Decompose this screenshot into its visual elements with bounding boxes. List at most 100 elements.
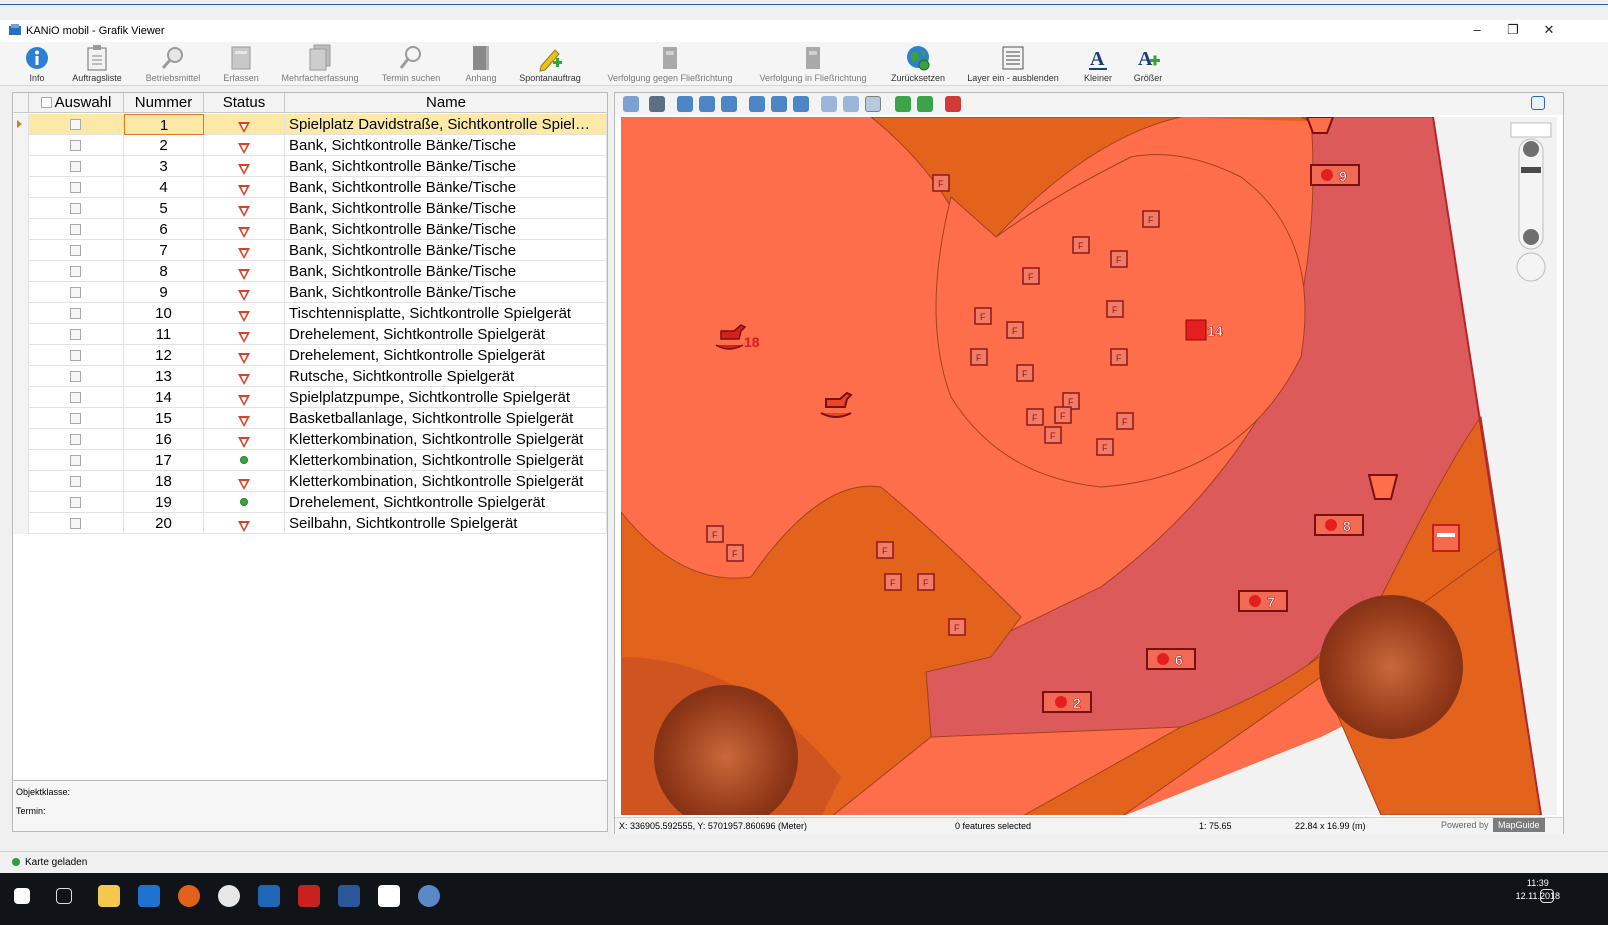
- bench-2[interactable]: 2: [1042, 691, 1092, 713]
- table-row[interactable]: 17 Kletterkombination, Sichtkontrolle Spi…: [13, 450, 607, 471]
- print-icon[interactable]: [623, 96, 639, 112]
- row-checkbox[interactable]: [70, 224, 81, 235]
- row-checkbox-cell[interactable]: [29, 282, 124, 303]
- table-row[interactable]: 15 Basketballanlage, Sichtkontrolle Spiel…: [13, 408, 607, 429]
- feature-marker[interactable]: F: [1110, 348, 1128, 366]
- map-canvas[interactable]: FFFFFFFFFFFFFF FFFFF FF FF 18 14 9 8 7 6…: [621, 117, 1557, 815]
- row-checkbox-cell[interactable]: [29, 177, 124, 198]
- feature-marker[interactable]: F: [884, 573, 902, 591]
- row-checkbox[interactable]: [70, 245, 81, 256]
- word-icon[interactable]: [338, 885, 360, 907]
- row-checkbox[interactable]: [70, 203, 81, 214]
- feature-marker[interactable]: F: [1110, 250, 1128, 268]
- pump-14[interactable]: 14: [1185, 319, 1223, 341]
- table-row[interactable]: 5 Bank, Sichtkontrolle Bänke/Tische: [13, 198, 607, 219]
- table-row[interactable]: 18 Kletterkombination, Sichtkontrolle Spi…: [13, 471, 607, 492]
- feature-marker[interactable]: F: [1096, 438, 1114, 456]
- spontanauftrag-button[interactable]: Spontanauftrag: [514, 42, 586, 86]
- zoom-search-box[interactable]: [1510, 122, 1552, 138]
- row-checkbox-cell[interactable]: [29, 471, 124, 492]
- erfassen-button[interactable]: Erfassen: [218, 42, 264, 86]
- file-explorer-icon[interactable]: [98, 885, 120, 907]
- zoom-in-rect-icon[interactable]: [699, 96, 715, 112]
- previous-view-icon[interactable]: [895, 96, 911, 112]
- row-checkbox[interactable]: [70, 434, 81, 445]
- feature-marker[interactable]: F: [726, 544, 744, 562]
- feature-marker[interactable]: F: [1044, 426, 1062, 444]
- row-checkbox[interactable]: [70, 476, 81, 487]
- row-checkbox-cell[interactable]: [29, 408, 124, 429]
- row-checkbox-cell[interactable]: [29, 156, 124, 177]
- table-row[interactable]: 3 Bank, Sichtkontrolle Bänke/Tische: [13, 156, 607, 177]
- row-checkbox[interactable]: [70, 182, 81, 193]
- table-icon[interactable]: [1432, 524, 1460, 552]
- feature-marker[interactable]: F: [1072, 236, 1090, 254]
- row-checkbox[interactable]: [70, 497, 81, 508]
- feature-marker[interactable]: F: [1054, 406, 1072, 424]
- feature-marker[interactable]: F: [876, 541, 894, 559]
- task-view-icon[interactable]: [56, 888, 72, 904]
- select-all-checkbox[interactable]: [40, 97, 52, 108]
- row-checkbox-cell[interactable]: [29, 513, 124, 534]
- row-checkbox[interactable]: [70, 161, 81, 172]
- table-row[interactable]: 2 Bank, Sichtkontrolle Bänke/Tische: [13, 135, 607, 156]
- feature-marker[interactable]: F: [1016, 364, 1034, 382]
- zoom-plus-icon[interactable]: [1523, 141, 1539, 157]
- table-row[interactable]: 9 Bank, Sichtkontrolle Bänke/Tische: [13, 282, 607, 303]
- basket-icon[interactable]: [1367, 474, 1399, 500]
- row-checkbox-cell[interactable]: [29, 261, 124, 282]
- groesser-button[interactable]: A Größer: [1126, 42, 1170, 86]
- minimize-button[interactable]: –: [1460, 20, 1494, 42]
- measure-icon[interactable]: [649, 96, 665, 112]
- acrobat-icon[interactable]: [298, 885, 320, 907]
- feature-marker[interactable]: F: [917, 573, 935, 591]
- row-checkbox[interactable]: [70, 308, 81, 319]
- blank-document-icon[interactable]: [378, 885, 400, 907]
- row-checkbox[interactable]: [70, 371, 81, 382]
- row-checkbox[interactable]: [70, 140, 81, 151]
- select-radius-icon[interactable]: [843, 96, 859, 112]
- zoom-out-rect-icon[interactable]: [721, 96, 737, 112]
- row-checkbox[interactable]: [70, 266, 81, 277]
- feature-marker[interactable]: F: [974, 307, 992, 325]
- table-row[interactable]: 10 Tischtennisplatte, Sichtkontrolle Spie…: [13, 303, 607, 324]
- table-row[interactable]: 6 Bank, Sichtkontrolle Bänke/Tische: [13, 219, 607, 240]
- table-row[interactable]: 7 Bank, Sichtkontrolle Bänke/Tische: [13, 240, 607, 261]
- row-checkbox-cell[interactable]: [29, 219, 124, 240]
- header-nummer[interactable]: Nummer: [124, 93, 204, 113]
- table-row[interactable]: 13 Rutsche, Sichtkontrolle Spielgerät: [13, 366, 607, 387]
- bench-9[interactable]: 9: [1310, 164, 1360, 186]
- feature-marker[interactable]: F: [1106, 300, 1124, 318]
- row-checkbox[interactable]: [70, 518, 81, 529]
- edge-icon[interactable]: [138, 885, 160, 907]
- feature-marker[interactable]: F: [1142, 210, 1160, 228]
- row-checkbox[interactable]: [70, 119, 81, 130]
- anhang-button[interactable]: Anhang: [458, 42, 504, 86]
- table-row[interactable]: 14 Spielplatzpumpe, Sichtkontrolle Spielg…: [13, 387, 607, 408]
- table-row[interactable]: 11 Drehelement, Sichtkontrolle Spielgerät: [13, 324, 607, 345]
- feature-marker[interactable]: F: [1022, 267, 1040, 285]
- row-checkbox[interactable]: [70, 350, 81, 361]
- kanio-app-icon[interactable]: [418, 885, 440, 907]
- row-checkbox-cell[interactable]: [29, 429, 124, 450]
- zuruecksetzen-button[interactable]: Zurücksetzen: [886, 42, 950, 86]
- bench-8[interactable]: 8: [1314, 514, 1364, 536]
- collapse-panel-icon[interactable]: [1531, 96, 1545, 110]
- betriebsmittel-button[interactable]: Betriebsmittel: [140, 42, 206, 86]
- row-checkbox-cell[interactable]: [29, 450, 124, 471]
- row-checkbox-cell[interactable]: [29, 135, 124, 156]
- row-checkbox[interactable]: [70, 413, 81, 424]
- table-row[interactable]: 1 Spielplatz Davidstraße, Sichtkontrolle …: [13, 114, 607, 135]
- feature-marker[interactable]: F: [970, 348, 988, 366]
- row-checkbox-cell[interactable]: [29, 114, 124, 135]
- feature-marker[interactable]: F: [1006, 321, 1024, 339]
- row-checkbox[interactable]: [70, 329, 81, 340]
- notification-icon[interactable]: [1540, 889, 1554, 903]
- row-checkbox-cell[interactable]: [29, 240, 124, 261]
- table-row[interactable]: 19 Drehelement, Sichtkontrolle Spielgerät: [13, 492, 607, 513]
- table-row[interactable]: 12 Drehelement, Sichtkontrolle Spielgerät: [13, 345, 607, 366]
- row-checkbox-cell[interactable]: [29, 366, 124, 387]
- table-row[interactable]: 8 Bank, Sichtkontrolle Bänke/Tische: [13, 261, 607, 282]
- row-checkbox-cell[interactable]: [29, 492, 124, 513]
- select-icon[interactable]: [821, 96, 837, 112]
